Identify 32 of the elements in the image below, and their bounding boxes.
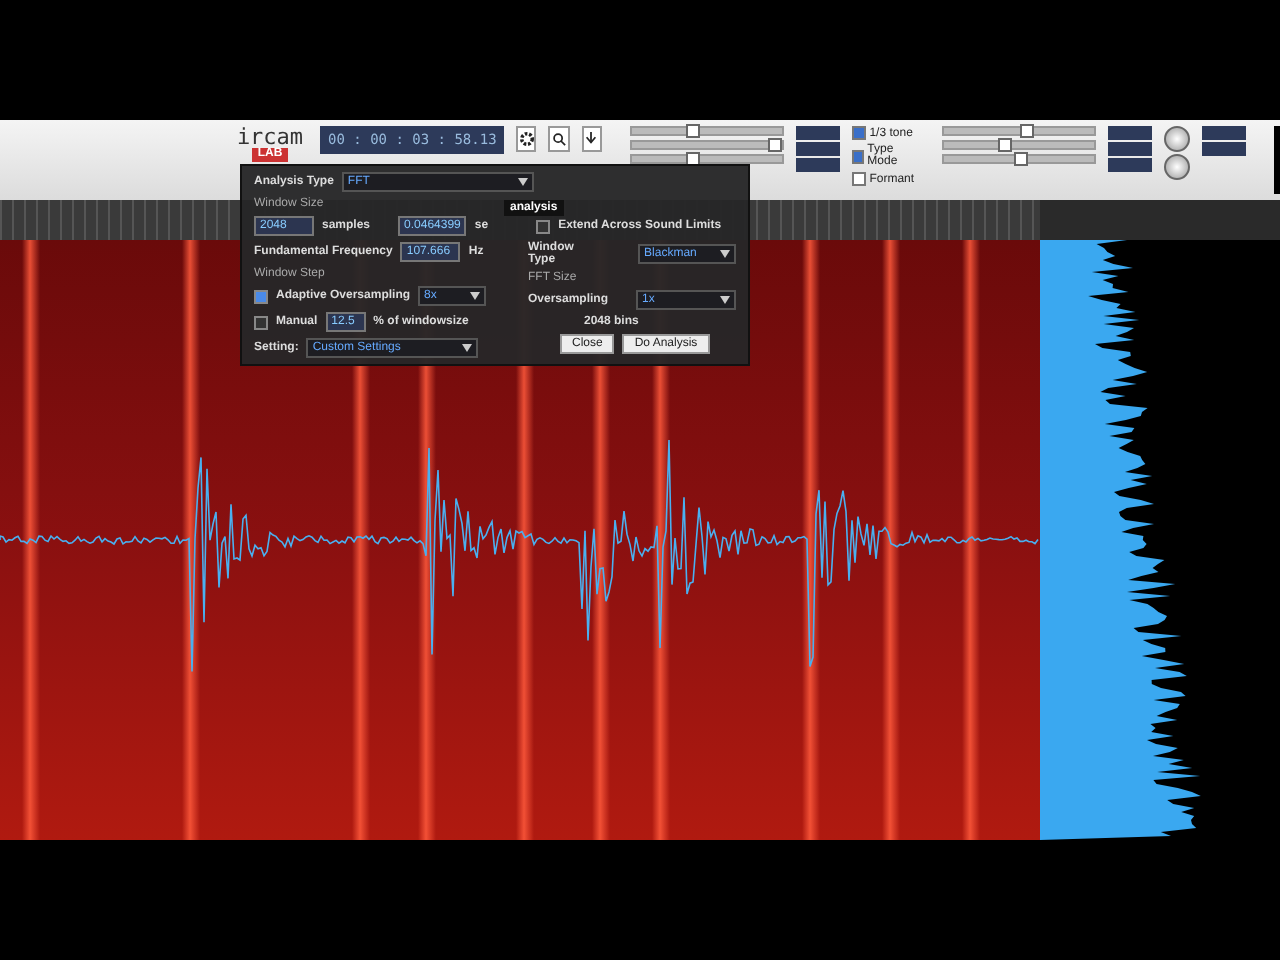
level-meter <box>1274 126 1280 194</box>
checkbox[interactable] <box>254 315 268 329</box>
export-button[interactable] <box>581 126 602 152</box>
slider[interactable] <box>629 154 784 164</box>
caret-icon <box>462 344 473 352</box>
download-arrow-icon <box>584 132 599 146</box>
checkbox[interactable] <box>851 126 866 140</box>
settings-button[interactable] <box>516 126 537 152</box>
slider-thumb[interactable] <box>1013 152 1028 166</box>
caret-icon <box>720 250 730 258</box>
checkbox[interactable] <box>851 172 866 186</box>
slider-thumb[interactable] <box>1020 124 1035 138</box>
knob[interactable] <box>1164 126 1191 152</box>
gear-icon <box>519 132 534 146</box>
analysis-button[interactable] <box>548 126 570 152</box>
slider[interactable] <box>629 126 784 136</box>
logo-text: ircam <box>236 126 304 148</box>
knob[interactable] <box>1164 154 1191 180</box>
caret-icon <box>720 296 730 304</box>
slider-thumb[interactable] <box>767 138 782 152</box>
checkbox[interactable] <box>536 219 551 233</box>
search-icon <box>552 132 566 146</box>
slider-thumb[interactable] <box>998 138 1013 152</box>
caret-icon <box>470 292 481 300</box>
slider[interactable] <box>629 140 784 150</box>
slider[interactable] <box>942 140 1097 150</box>
checkbox[interactable] <box>254 289 268 303</box>
slider[interactable] <box>942 126 1097 136</box>
slider-thumb[interactable] <box>685 124 700 138</box>
slider[interactable] <box>942 154 1097 164</box>
caret-icon <box>517 178 528 186</box>
checkbox[interactable] <box>851 149 864 163</box>
